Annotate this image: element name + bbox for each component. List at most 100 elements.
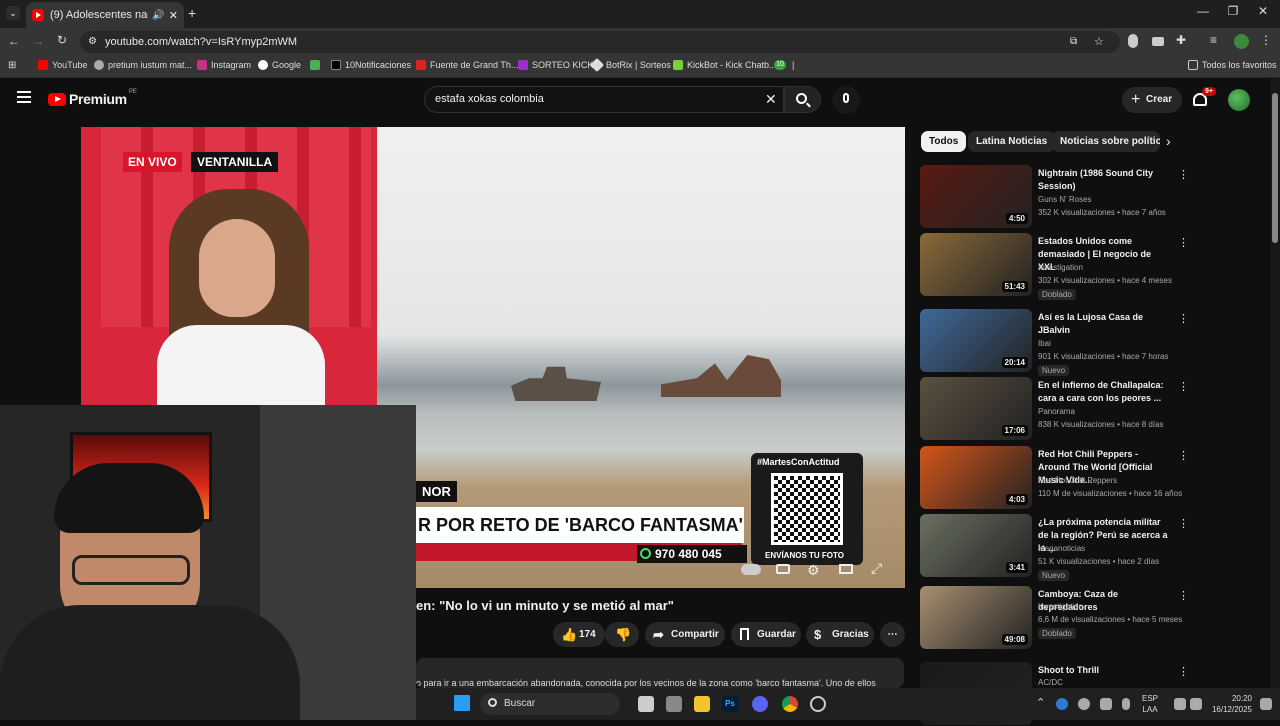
bookmark-pinwheel[interactable] — [310, 60, 324, 70]
recommendation-title[interactable]: Así es la Lujosa Casa de JBalvin — [1038, 311, 1170, 337]
video-thumbnail[interactable]: 3:41 — [920, 514, 1032, 577]
like-button[interactable]: 👍 174 — [553, 622, 605, 647]
more-options-icon[interactable]: ⋮ — [1178, 449, 1189, 462]
page-scrollbar[interactable] — [1270, 79, 1280, 688]
fullscreen-icon[interactable]: ⤢ — [871, 560, 882, 577]
language-indicator[interactable]: ESP LAA — [1142, 693, 1158, 715]
new-tab-button[interactable]: + — [188, 5, 196, 21]
close-window-button[interactable]: ✕ — [1248, 4, 1278, 18]
more-options-icon[interactable]: ⋮ — [1178, 236, 1189, 249]
more-options-icon[interactable]: ⋮ — [1178, 665, 1189, 678]
bookmark-badge[interactable]: 10 | — [774, 60, 794, 70]
bookmark-instagram[interactable]: Instagram — [197, 60, 251, 70]
hamburger-menu-icon[interactable] — [17, 91, 31, 103]
video-thumbnail[interactable]: 17:06 — [920, 377, 1032, 440]
extension-icon[interactable] — [1128, 34, 1138, 48]
search-button[interactable] — [784, 86, 821, 113]
save-button[interactable]: Guardar — [731, 622, 801, 647]
bookmark-gta[interactable]: Fuente de Grand Th... — [416, 60, 518, 70]
tab-close-icon[interactable]: ✕ — [169, 9, 178, 22]
browser-tab[interactable]: (9) Adolescentes nadan ha... 🔊 ✕ — [26, 2, 184, 28]
reload-icon[interactable]: ↻ — [57, 33, 67, 47]
tray-mic-icon[interactable] — [1122, 698, 1130, 710]
video-thumbnail[interactable]: 49:08 — [920, 586, 1032, 649]
extension-icon-2[interactable] — [1152, 37, 1164, 46]
recommendation-title[interactable]: Nightrain (1986 Sound City Session) — [1038, 167, 1170, 193]
profile-avatar[interactable] — [1234, 34, 1249, 49]
clear-search-icon[interactable]: ✕ — [765, 87, 777, 112]
dislike-button[interactable]: 👎 — [605, 622, 639, 647]
chip-all[interactable]: Todos — [921, 131, 967, 152]
recommendation-item[interactable]: 49:08 Camboya: Caza de depredadores Invest… — [920, 586, 1189, 650]
channel-name[interactable]: AC/DC — [1038, 678, 1063, 687]
bookmark-star-icon[interactable]: ☆ — [1094, 31, 1104, 53]
recommendation-title[interactable]: Shoot to Thrill — [1038, 664, 1170, 677]
video-thumbnail[interactable]: 4:50 — [920, 165, 1032, 228]
channel-name[interactable]: Guns N' Roses — [1038, 195, 1092, 204]
extensions-puzzle-icon[interactable]: ✚ — [1176, 33, 1186, 47]
file-explorer-icon[interactable] — [694, 696, 710, 712]
video-thumbnail[interactable]: 20:14 — [920, 309, 1032, 372]
bookmark-botrix[interactable]: BotRix | Sorteos — [589, 57, 671, 73]
youtube-logo[interactable]: Premium PE — [48, 89, 137, 107]
chip-latina-noticias[interactable]: Latina Noticias — [968, 131, 1056, 152]
chips-next-icon[interactable]: › — [1166, 133, 1171, 149]
recommendation-item[interactable]: 17:06 En el infierno de Challapalca: cara… — [920, 377, 1189, 441]
minimize-button[interactable]: — — [1188, 4, 1218, 18]
subtitles-icon[interactable] — [776, 564, 790, 574]
more-options-icon[interactable]: ⋮ — [1178, 312, 1189, 325]
apps-grid-icon[interactable]: ⊞ — [8, 60, 16, 71]
bookmark-youtube[interactable]: YouTube — [38, 60, 87, 70]
channel-name[interactable]: Panorama — [1038, 407, 1075, 416]
discord-icon[interactable] — [752, 696, 768, 712]
recommendation-item[interactable]: 4:03 Red Hot Chili Peppers - Around The W… — [920, 446, 1189, 510]
task-view-icon[interactable] — [638, 696, 654, 712]
address-bar[interactable]: ⚙ youtube.com/watch?v=IsRYmyp2mWM ⧉ ☆ — [80, 31, 1120, 53]
reading-list-icon[interactable]: ≡ — [1210, 33, 1217, 47]
start-button[interactable] — [454, 695, 470, 711]
thanks-button[interactable]: $ Gracias — [806, 622, 874, 647]
account-avatar[interactable] — [1228, 89, 1250, 111]
tray-overflow-icon[interactable]: ⌃ — [1036, 696, 1045, 709]
all-bookmarks[interactable]: Todos los favoritos — [1188, 60, 1277, 70]
notifications-button[interactable]: 9+ — [1192, 87, 1216, 109]
channel-name[interactable]: Red Hot Chili Peppers — [1038, 476, 1117, 485]
tray-app-icon[interactable] — [1056, 698, 1068, 710]
recommendation-item[interactable]: 3:41 ¿La próxima potencia militar de la r… — [920, 514, 1189, 581]
tab-audio-icon[interactable]: 🔊 — [152, 10, 164, 21]
more-options-icon[interactable]: ⋮ — [1178, 589, 1189, 602]
menu-kebab-icon[interactable]: ⋮ — [1260, 33, 1272, 47]
bookmark-x[interactable]: 10Notificaciones — [331, 60, 411, 70]
more-options-icon[interactable]: ⋮ — [1178, 517, 1189, 530]
restore-button[interactable]: ❐ — [1218, 4, 1248, 18]
chip-politica[interactable]: Noticias sobre política — [1052, 131, 1160, 152]
share-button[interactable]: ➦ Compartir — [645, 622, 725, 647]
tab-list-button[interactable]: ⌄ — [6, 6, 20, 20]
recommendation-item[interactable]: 51:43 Estados Unidos come demasiado | El … — [920, 233, 1189, 300]
site-info-icon[interactable]: ⚙ — [88, 31, 97, 53]
tray-wifi-icon[interactable] — [1100, 698, 1112, 710]
clock[interactable]: 20:20 16/12/2025 — [1206, 693, 1252, 715]
scrollbar-thumb[interactable] — [1272, 93, 1278, 243]
video-thumbnail[interactable]: 4:03 — [920, 446, 1032, 509]
channel-name[interactable]: Meganoticias — [1038, 544, 1085, 553]
settings-gear-icon[interactable]: ⚙ — [807, 562, 820, 579]
volume-icon[interactable] — [1190, 698, 1202, 710]
forward-icon[interactable]: → — [32, 34, 44, 48]
recommendation-item[interactable]: 4:50 Nightrain (1986 Sound City Session) G… — [920, 165, 1189, 229]
app-icon[interactable] — [666, 696, 682, 712]
voice-search-button[interactable] — [832, 86, 860, 114]
more-options-icon[interactable]: ⋮ — [1178, 168, 1189, 181]
chrome-icon[interactable] — [782, 696, 798, 712]
description-box[interactable]: o para ir a una embarcación abandonada, … — [416, 658, 904, 688]
video-thumbnail[interactable]: 51:43 — [920, 233, 1032, 296]
more-options-icon[interactable]: ⋮ — [1178, 380, 1189, 393]
miniplayer-icon[interactable] — [839, 564, 853, 574]
recommendation-title[interactable]: En el infierno de Challapalca: cara a ca… — [1038, 379, 1170, 405]
channel-name[interactable]: Investigation — [1038, 602, 1083, 611]
channel-name[interactable]: Ibai — [1038, 339, 1051, 348]
recommendation-item[interactable]: 20:14 Así es la Lujosa Casa de JBalvin Iba… — [920, 309, 1189, 376]
more-actions-button[interactable]: ⋯ — [880, 622, 905, 647]
bookmark-sorteo-kick[interactable]: SORTEO KICK — [518, 60, 593, 70]
create-button[interactable]: + Crear — [1122, 87, 1182, 113]
